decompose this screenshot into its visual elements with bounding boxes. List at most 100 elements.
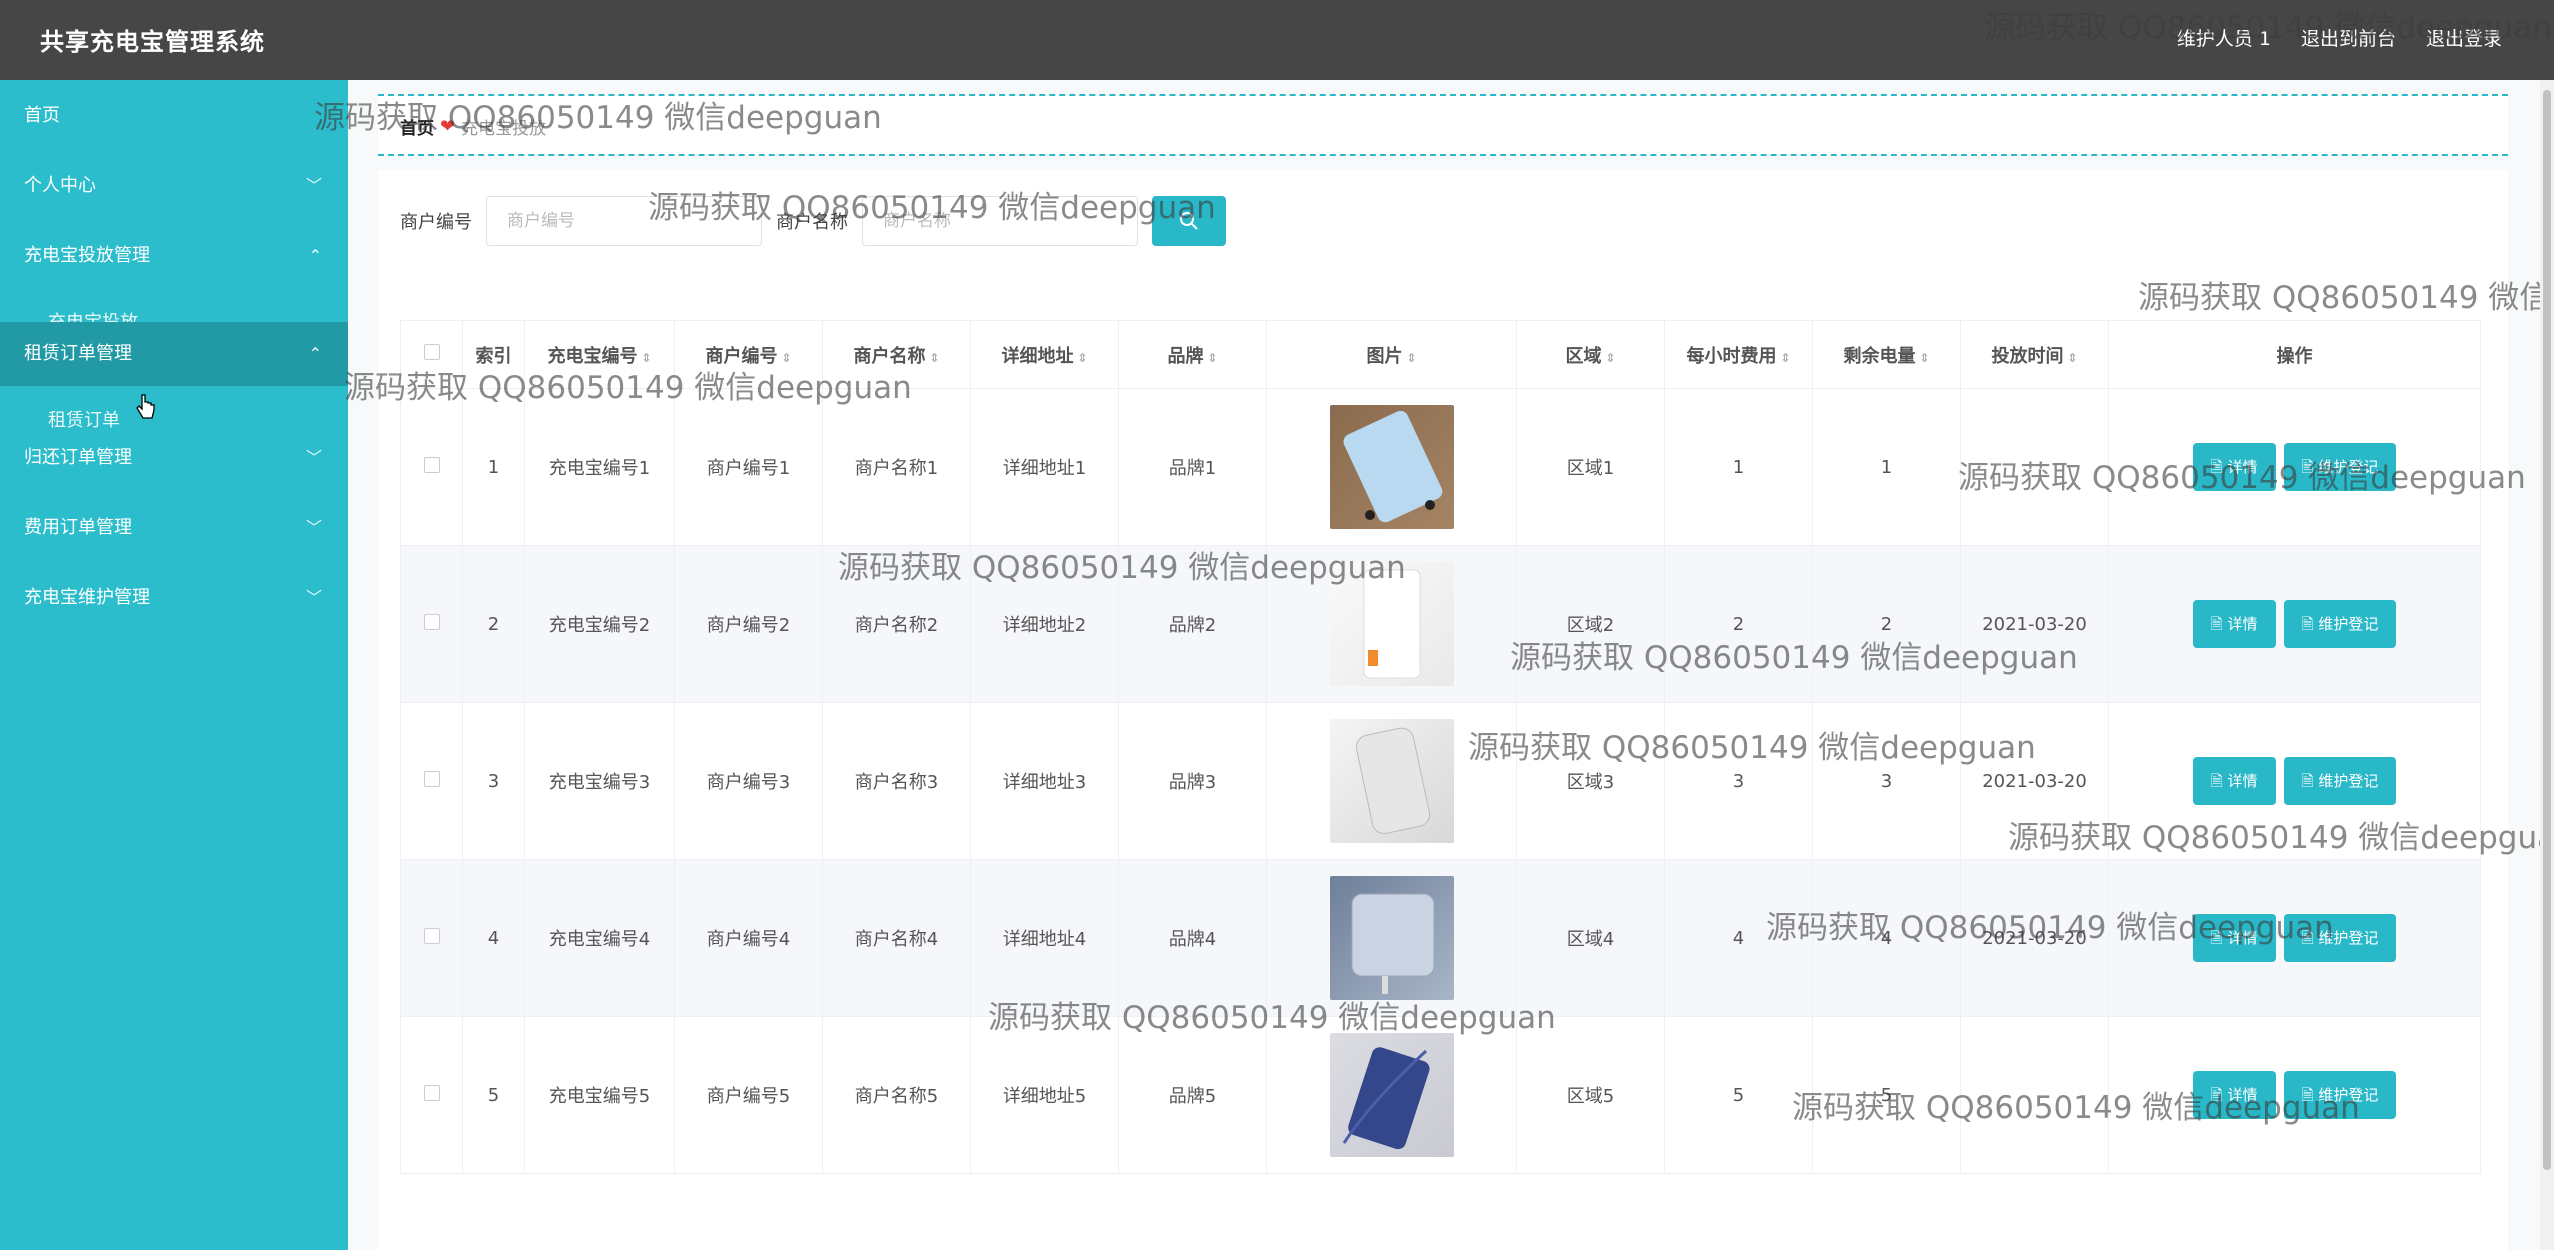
row-select-cell[interactable] <box>400 545 463 703</box>
sidebar-item-label: 费用订单管理 <box>24 517 132 538</box>
breadcrumb-current: 充电宝投放 <box>461 119 547 139</box>
detail-button[interactable]: 🗎 详情 <box>2192 757 2276 805</box>
powerbank-table: 索引 充电宝编号 ⇕ 商户编号 ⇕ 商户名称 ⇕ 详细地址 ⇕ 品牌 ⇕ 图片 ⇕ 区域 ⇕ … <box>400 320 2481 1174</box>
row-select-cell[interactable] <box>400 859 463 1017</box>
document-icon: 🗎 <box>2210 772 2228 790</box>
sort-icon: ⇕ <box>1406 350 1417 365</box>
search-form: 商户编号 商户名称 <box>400 196 1226 246</box>
cell-hourly-fee: 4 <box>1664 859 1813 1017</box>
sidebar-subitem-rental-orders[interactable]: 租赁订单 <box>48 406 120 428</box>
cell-merchant-name: 商户名称2 <box>822 545 971 703</box>
logout-link[interactable]: 退出登录 <box>2426 24 2502 51</box>
sort-icon: ⇕ <box>1780 350 1791 365</box>
sort-icon: ⇕ <box>1605 350 1616 365</box>
select-all-header[interactable] <box>400 320 463 389</box>
sort-icon: ⇕ <box>781 350 792 365</box>
sidebar-item-label: 个人中心 <box>24 175 96 196</box>
column-header: 索引 <box>462 320 525 389</box>
sidebar-item-maintenance[interactable]: 充电宝维护管理 ﹀ <box>0 566 348 630</box>
row-checkbox[interactable] <box>423 927 440 944</box>
table-header-row: 索引 充电宝编号 ⇕ 商户编号 ⇕ 商户名称 ⇕ 详细地址 ⇕ 品牌 ⇕ 图片 ⇕ 区域 ⇕ … <box>400 320 2481 389</box>
column-header: 操作 <box>2108 320 2481 389</box>
chevron-down-icon: ﹀ <box>305 176 322 195</box>
merchant-no-input[interactable] <box>486 196 762 246</box>
sidebar-item-powerbank-deploy[interactable]: 充电宝投放管理 ⌃ <box>0 224 348 288</box>
sidebar-item-return-orders[interactable]: 归还订单管理 ﹀ <box>0 426 348 490</box>
sidebar-item-personal[interactable]: 个人中心 ﹀ <box>0 154 348 218</box>
column-header[interactable]: 图片 ⇕ <box>1266 320 1517 389</box>
cell-deploy-time: 2021-03-20 <box>1960 545 2109 703</box>
detail-button[interactable]: 🗎 详情 <box>2192 1071 2276 1119</box>
detail-button[interactable]: 🗎 详情 <box>2192 600 2276 648</box>
row-checkbox[interactable] <box>423 613 440 630</box>
cell-image <box>1266 702 1517 860</box>
row-checkbox[interactable] <box>423 456 440 473</box>
merchant-name-input[interactable] <box>862 196 1138 246</box>
table-row: 4 充电宝编号4 商户编号4 商户名称4 详细地址4 品牌4 区域4 4 4 2021-03-20… <box>400 859 2481 1017</box>
document-icon: 🗎 <box>2210 615 2228 633</box>
column-header[interactable]: 品牌 ⇕ <box>1118 320 1267 389</box>
document-icon: 🗎 <box>2210 1086 2228 1104</box>
table-row: 5 充电宝编号5 商户编号5 商户名称5 详细地址5 品牌5 区域5 5 5 🗎 详情 🗎 维护登记 <box>400 1016 2481 1174</box>
search-icon <box>1180 212 1198 230</box>
chevron-up-icon: ⌃ <box>308 344 322 363</box>
column-header[interactable]: 商户名称 ⇕ <box>822 320 971 389</box>
column-header[interactable]: 充电宝编号 ⇕ <box>524 320 675 389</box>
search-button[interactable] <box>1152 196 1226 246</box>
row-select-cell[interactable] <box>400 388 463 546</box>
maintain-register-button[interactable]: 🗎 维护登记 <box>2283 1071 2397 1119</box>
cell-index: 4 <box>462 859 525 1017</box>
cell-merchant-no: 商户编号2 <box>674 545 823 703</box>
hand-cursor-icon <box>136 394 155 419</box>
row-checkbox[interactable] <box>423 1084 440 1101</box>
cell-deploy-time <box>1960 1016 2109 1174</box>
sidebar-item-rental-orders[interactable]: 租赁订单管理 ⌃ <box>0 322 348 386</box>
maintain-register-button[interactable]: 🗎 维护登记 <box>2283 443 2397 491</box>
cell-address: 详细地址1 <box>970 388 1119 546</box>
maintain-register-button[interactable]: 🗎 维护登记 <box>2283 757 2397 805</box>
merchant-name-label: 商户名称 <box>776 212 848 233</box>
select-all-checkbox[interactable] <box>423 344 440 360</box>
maintain-register-button[interactable]: 🗎 维护登记 <box>2283 914 2397 962</box>
sidebar-item-home[interactable]: 首页 <box>0 84 348 148</box>
table-row: 2 充电宝编号2 商户编号2 商户名称2 详细地址2 品牌2 区域2 2 2 2021-03-20… <box>400 545 2481 703</box>
column-header[interactable]: 商户编号 ⇕ <box>674 320 823 389</box>
cell-address: 详细地址2 <box>970 545 1119 703</box>
cell-deploy-time <box>1960 388 2109 546</box>
cell-image <box>1266 1016 1517 1174</box>
row-select-cell[interactable] <box>400 1016 463 1174</box>
cell-powerbank-no: 充电宝编号1 <box>524 388 675 546</box>
scrollbar-thumb[interactable] <box>2543 90 2551 1170</box>
merchant-no-label: 商户编号 <box>400 212 472 233</box>
column-header[interactable]: 详细地址 ⇕ <box>970 320 1119 389</box>
navy-powerbank-image <box>1329 1033 1454 1157</box>
column-header[interactable]: 剩余电量 ⇕ <box>1812 320 1961 389</box>
cell-hourly-fee: 2 <box>1664 545 1813 703</box>
maintain-register-button[interactable]: 🗎 维护登记 <box>2283 600 2397 648</box>
column-header[interactable]: 区域 ⇕ <box>1516 320 1665 389</box>
vertical-scrollbar[interactable] <box>2540 80 2554 1250</box>
row-checkbox[interactable] <box>423 770 440 787</box>
cell-battery: 2 <box>1812 545 1961 703</box>
row-select-cell[interactable] <box>400 702 463 860</box>
cell-image <box>1266 545 1517 703</box>
column-header[interactable]: 每小时费用 ⇕ <box>1664 320 1813 389</box>
cell-merchant-name: 商户名称5 <box>822 1016 971 1174</box>
sidebar-item-fee-orders[interactable]: 费用订单管理 ﹀ <box>0 496 348 560</box>
sidebar-item-label: 归还订单管理 <box>24 447 132 468</box>
cell-brand: 品牌1 <box>1118 388 1267 546</box>
cell-brand: 品牌2 <box>1118 545 1267 703</box>
back-to-front-link[interactable]: 退出到前台 <box>2301 24 2396 51</box>
cell-area: 区域5 <box>1516 1016 1665 1174</box>
detail-button[interactable]: 🗎 详情 <box>2192 443 2276 491</box>
breadcrumb-home[interactable]: 首页 <box>400 114 434 139</box>
cell-brand: 品牌5 <box>1118 1016 1267 1174</box>
cell-battery: 5 <box>1812 1016 1961 1174</box>
column-header[interactable]: 投放时间 ⇕ <box>1960 320 2109 389</box>
cell-brand: 品牌4 <box>1118 859 1267 1017</box>
cell-powerbank-no: 充电宝编号2 <box>524 545 675 703</box>
detail-button[interactable]: 🗎 详情 <box>2192 914 2276 962</box>
sidebar-item-label: 充电宝投放管理 <box>24 245 150 266</box>
cell-index: 2 <box>462 545 525 703</box>
breadcrumb-bar: 首页 ❤ 充电宝投放 <box>378 94 2508 156</box>
